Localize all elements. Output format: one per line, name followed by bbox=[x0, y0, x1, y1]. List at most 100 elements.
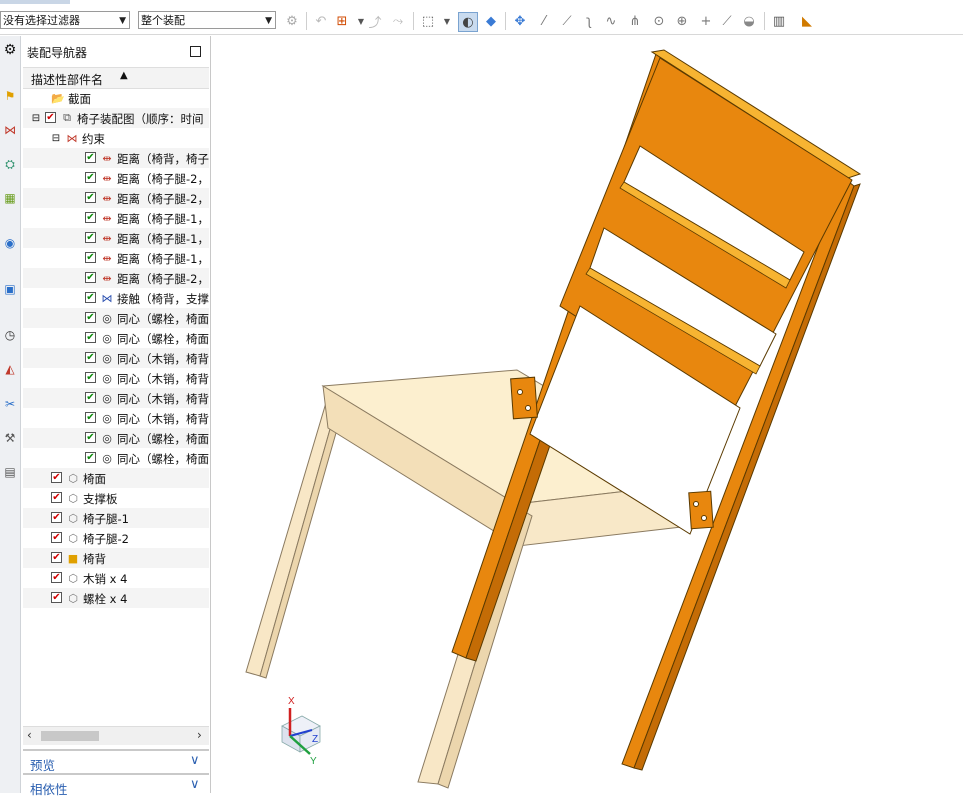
scroll-left-icon[interactable]: ‹ bbox=[27, 728, 32, 742]
tree-row[interactable]: ✔ ■ 椅背 bbox=[23, 548, 209, 568]
tree-row[interactable]: ✔ ⬡ 椅子腿-2 bbox=[23, 528, 209, 548]
visibility-checkbox[interactable]: ✔ bbox=[51, 552, 62, 563]
tree-row[interactable]: ✔ ⬡ 椅面 bbox=[23, 468, 209, 488]
control-point-icon[interactable]: ∿ bbox=[602, 12, 620, 30]
chair-leg-1[interactable] bbox=[245, 393, 347, 679]
scope-dropdown[interactable]: 整个装配 ▼ bbox=[138, 11, 276, 29]
tree-row[interactable]: ✔ ◎ 同心（螺栓，椅面） bbox=[23, 428, 209, 448]
document-tab[interactable] bbox=[0, 0, 70, 4]
visibility-checkbox[interactable]: ✔ bbox=[85, 212, 96, 223]
visibility-checkbox[interactable]: ✔ bbox=[51, 472, 62, 483]
reuse-library-icon[interactable]: ▦ bbox=[2, 190, 18, 206]
clock-icon[interactable]: ◷ bbox=[2, 327, 18, 343]
quadrant-point-icon[interactable]: ⊕ bbox=[673, 12, 691, 30]
scroll-right-icon[interactable]: › bbox=[197, 728, 202, 742]
visibility-checkbox[interactable]: ✔ bbox=[85, 352, 96, 363]
visibility-checkbox[interactable]: ✔ bbox=[51, 572, 62, 583]
chair-model[interactable]: X Z Y bbox=[220, 36, 963, 793]
visibility-checkbox[interactable]: ✔ bbox=[85, 192, 96, 203]
intersection-icon[interactable]: ⋔ bbox=[626, 12, 644, 30]
system-materials-icon[interactable]: ✂ bbox=[2, 396, 18, 412]
tree-row[interactable]: ✔ ⇹ 距离（椅子腿-1，支 bbox=[23, 208, 209, 228]
visibility-checkbox[interactable]: ✔ bbox=[85, 312, 96, 323]
assembly-navigator-icon[interactable]: ⚑ bbox=[2, 88, 18, 104]
rectangle-select-icon[interactable]: ⬚ bbox=[419, 12, 437, 30]
select-body-icon[interactable]: ◆ bbox=[482, 12, 500, 30]
arc-center-icon[interactable]: ⊙ bbox=[650, 12, 668, 30]
horizontal-scrollbar[interactable]: ‹ › bbox=[23, 726, 209, 745]
tree-row[interactable]: ✔ ⇹ 距离（椅子腿-1，支 bbox=[23, 228, 209, 248]
select-face-icon[interactable]: ⤳ bbox=[389, 12, 407, 30]
process-studio-icon[interactable]: ⚒ bbox=[2, 430, 18, 446]
visibility-checkbox[interactable]: ✔ bbox=[85, 392, 96, 403]
visibility-checkbox[interactable]: ✔ bbox=[85, 332, 96, 343]
visibility-checkbox[interactable]: ✔ bbox=[51, 532, 62, 543]
point-on-face-icon[interactable]: ◒ bbox=[740, 12, 758, 30]
tree-row[interactable]: ✔ ◎ 同心（木销，椅背） bbox=[23, 388, 209, 408]
mid-point-icon[interactable]: ⟋ bbox=[558, 12, 576, 30]
visibility-checkbox[interactable]: ✔ bbox=[85, 412, 96, 423]
tree-row[interactable]: ✔ ⬡ 支撑板 bbox=[23, 488, 209, 508]
visibility-checkbox[interactable]: ✔ bbox=[51, 592, 62, 603]
snap-point-icon[interactable]: ✥ bbox=[511, 12, 529, 30]
scrollbar-thumb[interactable] bbox=[41, 731, 99, 741]
bounded-grid-icon[interactable]: ▥ bbox=[770, 12, 788, 30]
visibility-checkbox[interactable]: ✔ bbox=[51, 512, 62, 523]
filter-settings-icon[interactable]: ⚙ bbox=[283, 12, 301, 30]
part-navigator-icon[interactable]: ⛭ bbox=[2, 156, 18, 172]
tree-row[interactable]: ✔ ⬡ 椅子腿-1 bbox=[23, 508, 209, 528]
tree-row[interactable]: ✔ ⋈ 接触（椅背，支撑板 bbox=[23, 288, 209, 308]
roles-icon[interactable]: ◭ bbox=[2, 361, 18, 377]
visibility-checkbox[interactable]: ✔ bbox=[85, 372, 96, 383]
visibility-checkbox[interactable]: ✔ bbox=[85, 452, 96, 463]
visibility-checkbox[interactable]: ✔ bbox=[85, 152, 96, 163]
tree-row[interactable]: 📂 截面 bbox=[23, 88, 209, 108]
maximize-icon[interactable] bbox=[190, 46, 201, 57]
history-icon[interactable]: ▣ bbox=[2, 281, 18, 297]
select-feature-icon[interactable]: ⤴ bbox=[366, 12, 384, 31]
column-header[interactable]: 描述性部件名 ▲ bbox=[23, 67, 209, 89]
gear-icon[interactable]: ⚙ bbox=[2, 42, 18, 58]
tree-row[interactable]: ✔ ⬡ 木销 x 4 bbox=[23, 568, 209, 588]
general-selection-icon[interactable]: ⊞ bbox=[333, 12, 351, 30]
point-on-curve-icon[interactable]: ⟋ bbox=[718, 12, 736, 30]
tree-row[interactable]: ✔ ◎ 同心（螺栓，椅面） bbox=[23, 308, 209, 328]
visibility-checkbox[interactable]: ✔ bbox=[51, 492, 62, 503]
end-point-icon[interactable]: ⁄ bbox=[535, 12, 553, 30]
existing-point-icon[interactable]: + bbox=[697, 12, 715, 30]
manufacturing-wizards-icon[interactable]: ▤ bbox=[2, 464, 18, 480]
visibility-checkbox[interactable]: ✔ bbox=[85, 232, 96, 243]
tree-row[interactable]: ✔ ◎ 同心（木销，椅背） bbox=[23, 408, 209, 428]
tree-row[interactable]: ✔ ⇹ 距离（椅子腿-2，支 bbox=[23, 168, 209, 188]
tree-row[interactable]: ✔ ⇹ 距离（椅背，椅子腿 bbox=[23, 148, 209, 168]
selection-filter-dropdown[interactable]: 没有选择过滤器 ▼ bbox=[0, 11, 130, 29]
visibility-checkbox[interactable]: ✔ bbox=[85, 432, 96, 443]
constraint-navigator-icon[interactable]: ⋈ bbox=[2, 122, 18, 138]
tree-row[interactable]: ✔ ⬡ 螺栓 x 4 bbox=[23, 588, 209, 608]
tree-row[interactable]: ✔ ◎ 同心（木销，椅背） bbox=[23, 348, 209, 368]
tree-row[interactable]: ✔ ⇹ 距离（椅子腿-2，支 bbox=[23, 188, 209, 208]
tree-row[interactable]: ✔ ◎ 同心（木销，椅背） bbox=[23, 368, 209, 388]
tree-row[interactable]: ✔ ⇹ 距离（椅子腿-2，椅 bbox=[23, 268, 209, 288]
dependency-section[interactable]: 相依性 ∨ bbox=[23, 773, 209, 797]
tree-row[interactable]: ⊟ ⋈ 约束 bbox=[23, 128, 209, 148]
chevron-down-icon[interactable]: ▼ bbox=[438, 12, 456, 30]
visibility-checkbox[interactable]: ✔ bbox=[85, 272, 96, 283]
tree-row[interactable]: ✔ ◎ 同心（螺栓，椅面） bbox=[23, 328, 209, 348]
collapse-icon[interactable]: ⊟ bbox=[29, 111, 43, 125]
tree-row[interactable]: ✔ ◎ 同心（螺栓，椅面） bbox=[23, 448, 209, 468]
curve-point-icon[interactable]: ʅ bbox=[580, 12, 598, 30]
deselect-icon[interactable]: ↶ bbox=[312, 12, 330, 30]
visibility-checkbox[interactable]: ✔ bbox=[85, 292, 96, 303]
visibility-checkbox[interactable]: ✔ bbox=[45, 112, 56, 123]
graphics-window[interactable]: X Z Y bbox=[220, 36, 963, 793]
visibility-checkbox[interactable]: ✔ bbox=[85, 252, 96, 263]
collapse-icon[interactable]: ⊟ bbox=[49, 131, 63, 145]
preview-section[interactable]: 预览 ∨ bbox=[23, 749, 209, 773]
highlight-hidden-edges-icon[interactable]: ◐ bbox=[458, 12, 478, 32]
visibility-checkbox[interactable]: ✔ bbox=[85, 172, 96, 183]
tree-row[interactable]: ✔ ⇹ 距离（椅子腿-1，椅 bbox=[23, 248, 209, 268]
web-browser-icon[interactable]: ◉ bbox=[2, 235, 18, 251]
tree-row[interactable]: ⊟ ✔ ⧉ 椅子装配图（顺序：时间 bbox=[23, 108, 209, 128]
wcs-icon[interactable]: ◣ bbox=[798, 12, 816, 30]
